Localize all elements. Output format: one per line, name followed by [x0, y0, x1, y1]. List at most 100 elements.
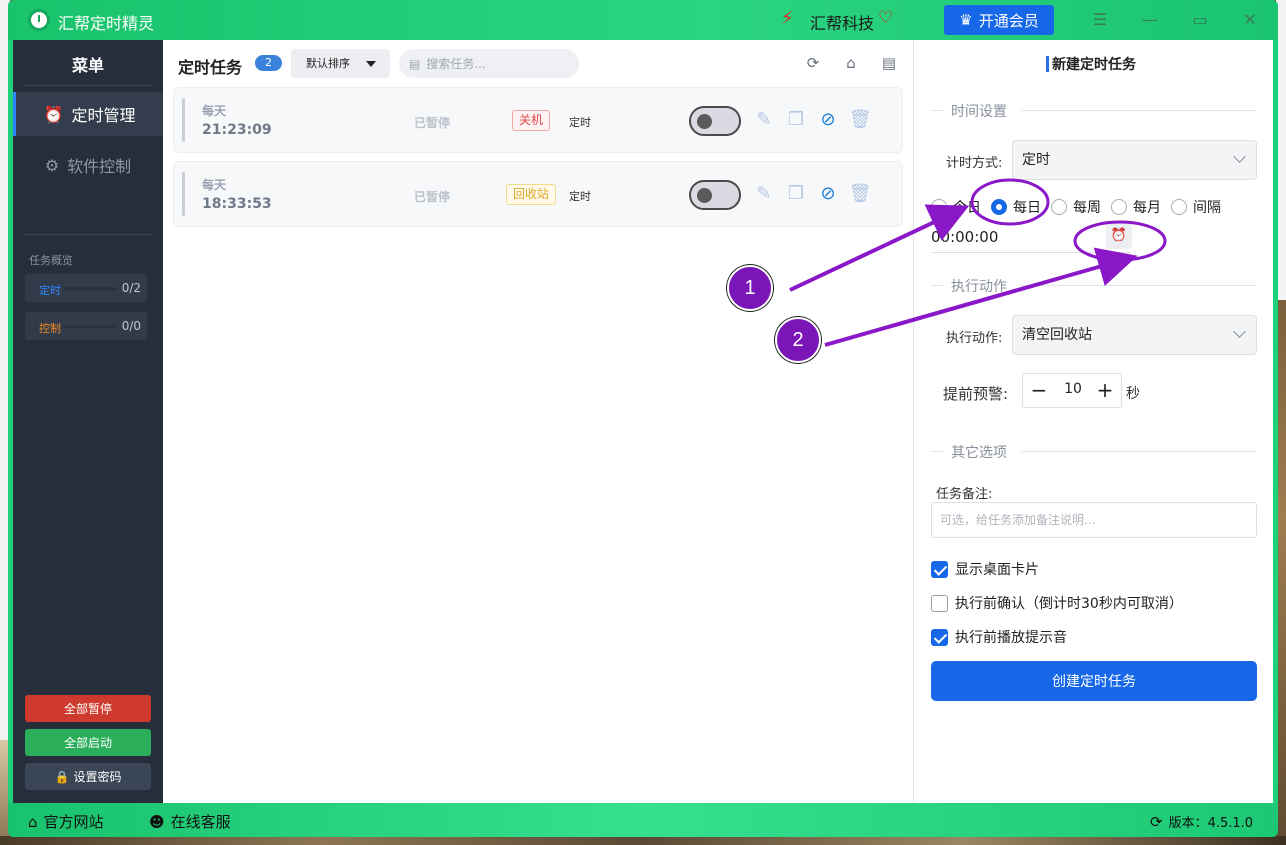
- app-title: 汇帮定时精灵: [58, 14, 155, 33]
- task-time: 18:33:53: [202, 196, 272, 212]
- task-action-tag: 关机: [512, 110, 551, 131]
- version-info[interactable]: ⟳ 版本：4.5.1.0: [1150, 812, 1254, 832]
- timing-mode-select[interactable]: 定时: [1012, 140, 1257, 180]
- edit-icon[interactable]: ✎: [752, 182, 776, 206]
- annotation-marker-2: 2: [775, 317, 821, 363]
- action-select[interactable]: 清空回收站: [1012, 315, 1257, 355]
- radio-label: 每日: [1013, 200, 1041, 216]
- maximize-icon[interactable]: ▭: [1188, 8, 1212, 32]
- search-box[interactable]: ▤: [399, 49, 579, 78]
- checkbox-show-desktop-card[interactable]: 显示桌面卡片: [931, 559, 1039, 579]
- copy-icon[interactable]: ❐: [784, 108, 808, 132]
- alarm-clock-picker-icon[interactable]: ⏰: [1106, 223, 1132, 249]
- sidebar-item-label: 定时管理: [71, 106, 136, 125]
- warning-value[interactable]: 10: [1055, 374, 1091, 407]
- checkbox-play-sound[interactable]: 执行前播放提示音: [931, 627, 1067, 647]
- note-input[interactable]: [931, 502, 1257, 538]
- menu-icon[interactable]: ☰: [1088, 8, 1112, 32]
- section-other-options: 其它选项: [931, 442, 1257, 462]
- heart-icon: ♡: [878, 8, 894, 28]
- delete-icon[interactable]: 🗑: [848, 108, 872, 132]
- clean-icon[interactable]: ⌂: [841, 53, 861, 73]
- log-icon[interactable]: ▤: [879, 53, 899, 73]
- version-label: 版本：4.5.1.0: [1168, 816, 1254, 831]
- copy-icon[interactable]: ❐: [784, 182, 808, 206]
- set-password-label: 设置密码: [73, 770, 122, 784]
- lock-icon: 🔒: [54, 769, 70, 784]
- caret-down-icon: [366, 61, 376, 67]
- task-status: 已暂停: [414, 190, 451, 204]
- checkbox-box: [931, 594, 948, 612]
- sidebar-item-software-control[interactable]: ⚙ 软件控制: [13, 143, 163, 187]
- task-status: 已暂停: [414, 116, 451, 130]
- start-all-button[interactable]: 全部启动: [25, 729, 151, 756]
- pause-all-button[interactable]: 全部暂停: [25, 695, 151, 722]
- brand-name: 汇帮科技: [810, 14, 875, 33]
- official-website-link[interactable]: ⌂ 官方网站: [28, 811, 104, 832]
- decrement-button[interactable]: −: [1023, 374, 1055, 407]
- app-logo-icon: [28, 9, 50, 31]
- section-title: 执行动作: [951, 276, 1015, 296]
- official-website-label: 官方网站: [43, 813, 104, 831]
- checkbox-box: [931, 628, 948, 646]
- sidebar-item-label: 软件控制: [67, 157, 132, 176]
- radio-daily[interactable]: 每日: [991, 197, 1041, 217]
- warning-unit: 秒: [1126, 386, 1140, 402]
- task-card[interactable]: 每天 21:23:09 已暂停 关机 定时 ✎ ❐ ⊘ 🗑: [173, 87, 903, 153]
- sort-select[interactable]: 默认排序: [291, 49, 390, 78]
- timing-mode-value: 定时: [1022, 152, 1050, 168]
- radio-circle: [991, 199, 1007, 215]
- time-input[interactable]: [931, 221, 1131, 253]
- overview-progress-bar: [63, 325, 117, 328]
- delete-icon[interactable]: 🗑: [848, 182, 872, 206]
- alarm-clock-icon: ⏰: [43, 104, 64, 124]
- new-task-title: 新建定时任务: [1052, 57, 1136, 73]
- sidebar: 菜单 ⏰ 定时管理 ⚙ 软件控制 任务概览 定时 0/2 控制 0/0 全部暂停…: [13, 40, 163, 803]
- run-now-icon[interactable]: ⊘: [816, 182, 840, 206]
- vip-button[interactable]: ♛ 开通会员: [944, 5, 1054, 35]
- brand-logo-icon: ⚡: [781, 8, 794, 29]
- increment-button[interactable]: +: [1089, 374, 1121, 407]
- divider: [23, 234, 153, 235]
- checkbox-label: 显示桌面卡片: [955, 562, 1039, 578]
- overview-label: 控制: [39, 322, 61, 335]
- radio-monthly[interactable]: 每月: [1111, 197, 1161, 217]
- title-bar: 汇帮定时精灵 ⚡ 汇帮科技 ♡ ♛ 开通会员 ☰ — ▭ ✕: [8, 0, 1278, 40]
- warning-label: 提前预警:: [943, 385, 1009, 403]
- warning-stepper[interactable]: − 10 +: [1022, 373, 1122, 408]
- menu-title: 菜单: [71, 56, 104, 75]
- set-password-button[interactable]: 🔒 设置密码: [25, 763, 151, 790]
- desktop-wallpaper-bottom: [0, 836, 1286, 845]
- overview-progress-bar: [63, 287, 117, 290]
- home-icon: ⌂: [28, 812, 38, 831]
- refresh-icon[interactable]: ⟳: [803, 53, 823, 73]
- task-count-badge: 2: [255, 55, 282, 71]
- run-now-icon[interactable]: ⊘: [816, 108, 840, 132]
- task-accent-bar: [182, 98, 185, 142]
- radio-label: 每月: [1133, 200, 1161, 216]
- section-title: 时间设置: [951, 101, 1015, 121]
- online-support-label: 在线客服: [170, 813, 231, 831]
- app-window: 汇帮定时精灵 ⚡ 汇帮科技 ♡ ♛ 开通会员 ☰ — ▭ ✕ 菜单 ⏰ 定时管理…: [8, 0, 1278, 837]
- create-task-button[interactable]: 创建定时任务: [931, 661, 1257, 701]
- note-label: 任务备注:: [936, 487, 993, 502]
- search-input[interactable]: [426, 56, 567, 71]
- task-enable-toggle[interactable]: [689, 106, 741, 136]
- radio-today[interactable]: 今日: [931, 197, 981, 217]
- task-card[interactable]: 每天 18:33:53 已暂停 回收站 定时 ✎ ❐ ⊘ 🗑: [173, 161, 903, 227]
- sidebar-item-timer-management[interactable]: ⏰ 定时管理: [13, 92, 163, 136]
- checkbox-confirm-before-run[interactable]: 执行前确认（倒计时30秒内可取消）: [931, 593, 1183, 613]
- overview-value: 0/2: [121, 281, 141, 295]
- minimize-icon[interactable]: —: [1138, 8, 1162, 32]
- radio-interval[interactable]: 间隔: [1171, 197, 1221, 217]
- edit-icon[interactable]: ✎: [752, 108, 776, 132]
- action-label: 执行动作:: [946, 331, 1003, 346]
- task-enable-toggle[interactable]: [689, 180, 741, 210]
- overview-value: 0/0: [121, 319, 141, 333]
- radio-weekly[interactable]: 每周: [1051, 197, 1101, 217]
- task-frequency: 每天: [202, 104, 227, 118]
- online-support-link[interactable]: ☻ 在线客服: [149, 811, 231, 832]
- headset-icon: ☻: [149, 812, 165, 831]
- task-list-title: 定时任务: [178, 58, 243, 77]
- close-icon[interactable]: ✕: [1238, 8, 1262, 32]
